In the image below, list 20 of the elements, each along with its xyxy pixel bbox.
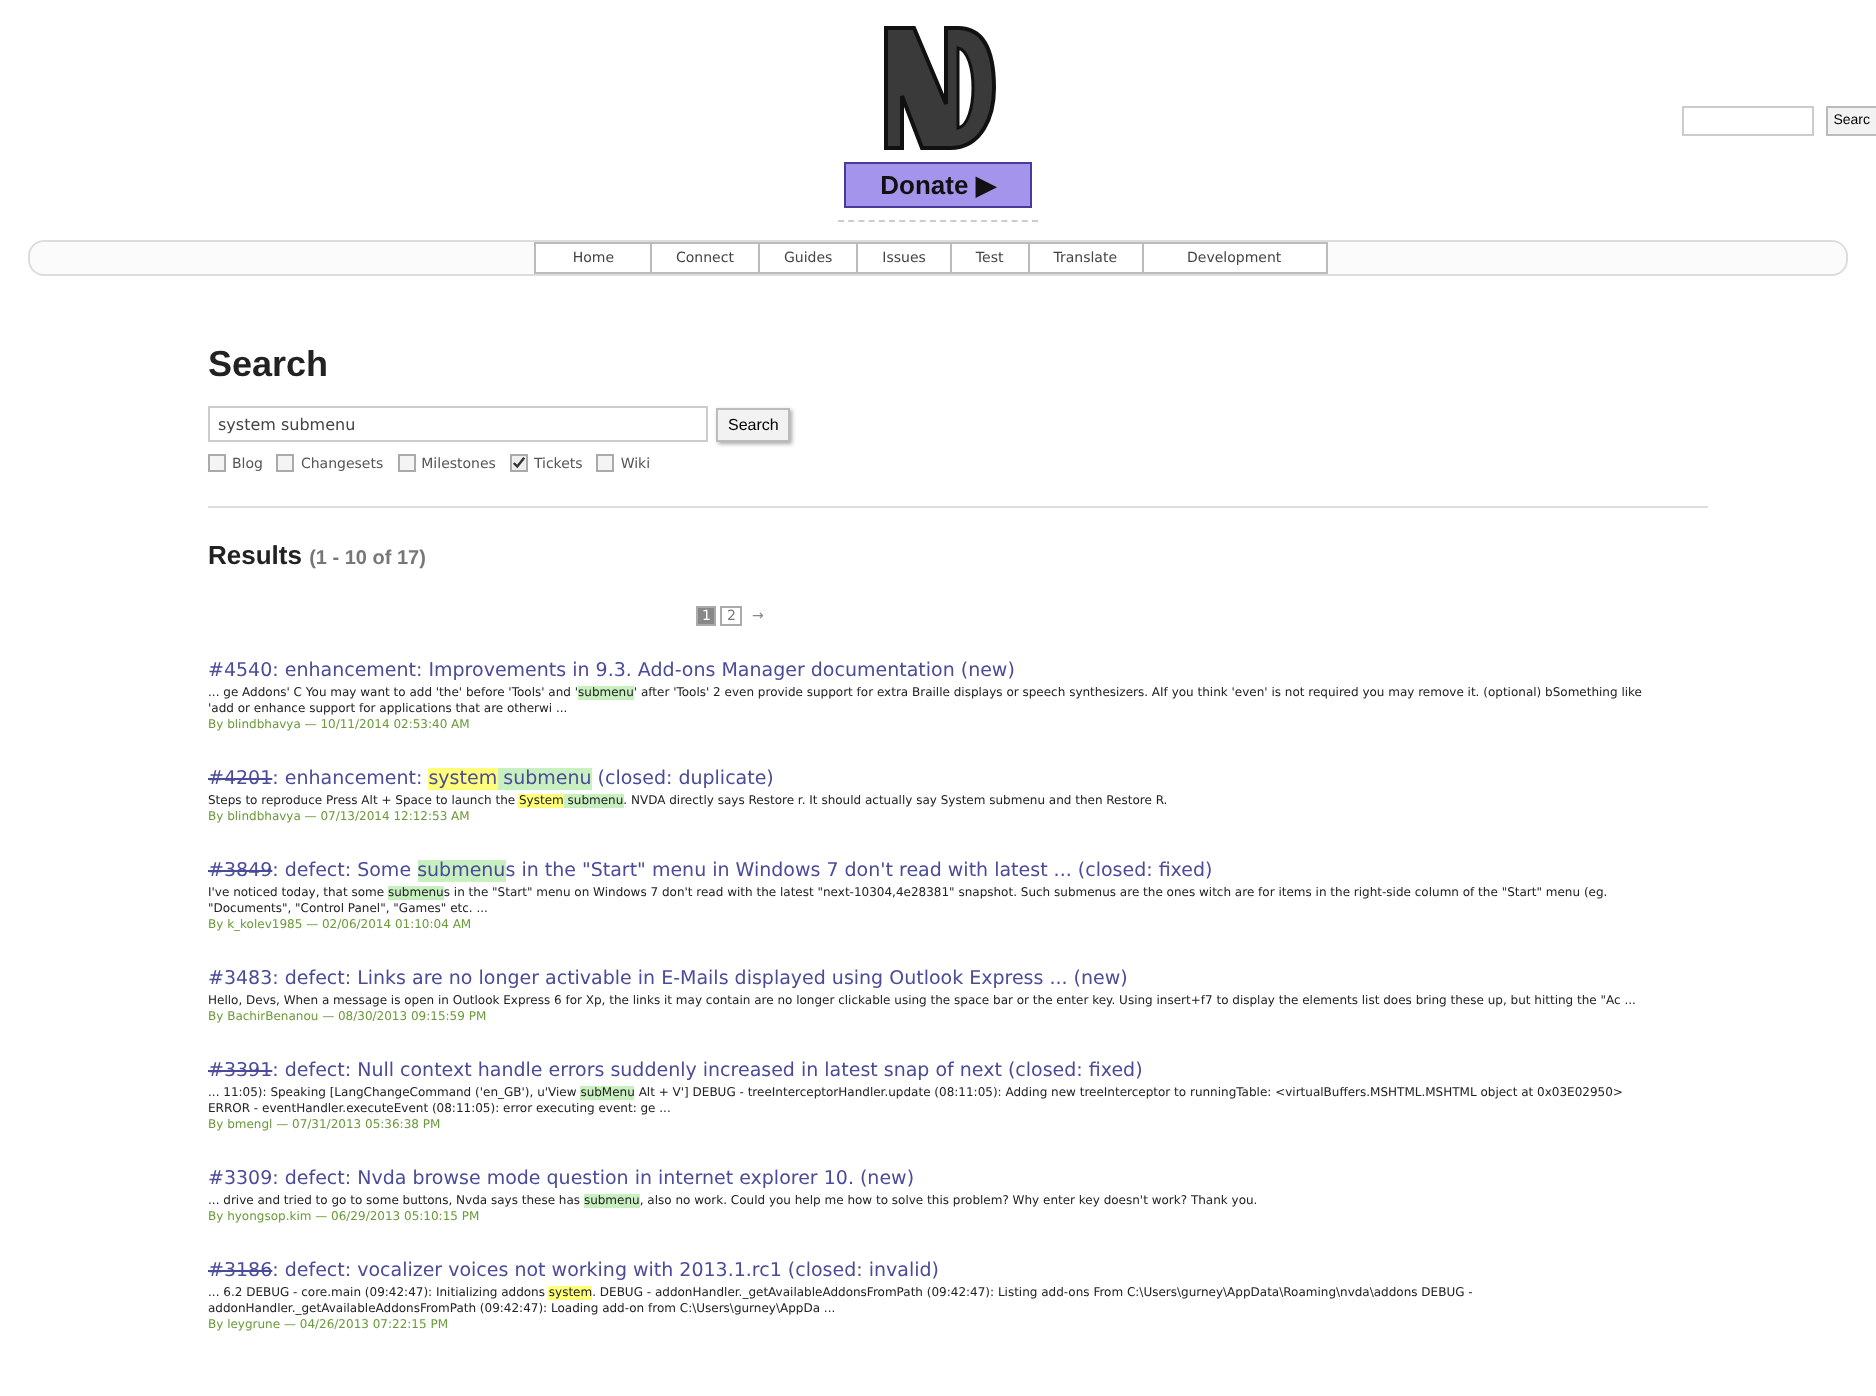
logo-icon[interactable]	[878, 24, 998, 152]
results-count: (1 - 10 of 17)	[309, 548, 426, 570]
result-title-link[interactable]: #3483: defect: Links are no longer activable in E-Mails displayed using Outlook Express ... (new)	[208, 968, 1128, 990]
checkbox[interactable]	[509, 454, 528, 472]
result-title-link[interactable]: #3391: defect: Null context handle errors suddenly increased in latest snap of next (closed: fixed)	[208, 1060, 1143, 1082]
checkbox[interactable]	[397, 454, 416, 472]
search-button[interactable]: Search	[716, 407, 791, 441]
page-heading: Search	[208, 344, 331, 386]
checkbox[interactable]	[208, 454, 226, 472]
search-field[interactable]	[1681, 106, 1814, 136]
result-title-link[interactable]: #4540: enhancement: Improvements in 9.3. Add-ons Manager documentation (new)	[208, 660, 1015, 682]
checkbox[interactable]	[276, 454, 295, 472]
result-title-link[interactable]: #4201: enhancement: system submenu (closed: duplicate)	[208, 768, 774, 790]
search-field[interactable]: system submenu	[208, 406, 708, 442]
checkbox[interactable]	[596, 454, 615, 472]
result-title-link[interactable]: #3186: defect: vocalizer voices not working with 2013.1.rc1 (closed: invalid)	[208, 1260, 939, 1282]
results-heading: Results	[208, 540, 302, 570]
result-title-link[interactable]: #3849: defect: Some submenus in the "Start" menu in Windows 7 don't read with latest ... (closed: fixed)	[208, 860, 1213, 882]
result-title-link[interactable]: #3309: defect: Nvda browse mode question in internet explorer 10. (new)	[208, 1168, 915, 1190]
donate-button[interactable]: Donate ▶	[844, 162, 1032, 208]
